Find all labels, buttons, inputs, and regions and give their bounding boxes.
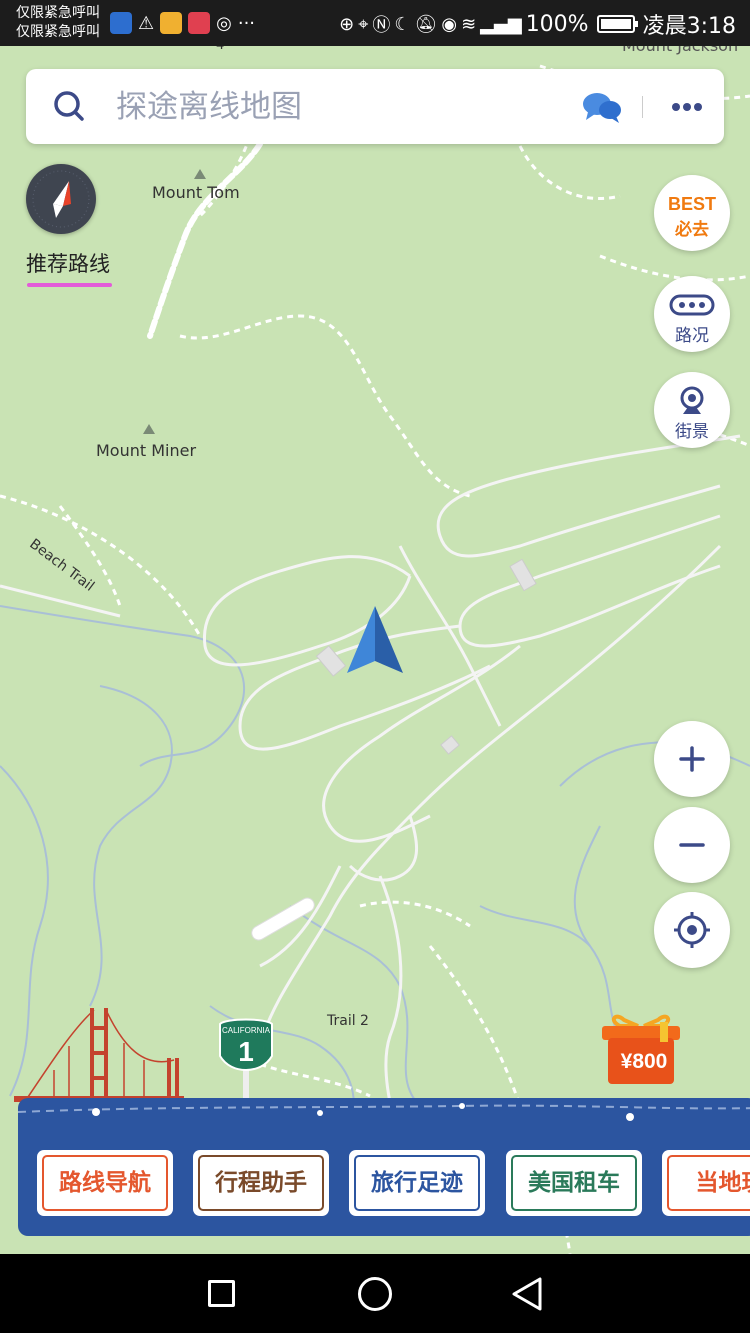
signal-icon: ▂▄▆ [480,13,522,35]
tab-travel-footprint-label: 旅行足迹 [371,1170,463,1196]
highway-number-label: 1 [238,1036,254,1067]
locate-me-button[interactable] [654,892,730,968]
tab-us-car-rental-label: 美国租车 [528,1170,620,1196]
zoom-in-button[interactable] [654,721,730,797]
search-icon [54,91,84,121]
more-notifications-icon: ··· [237,12,256,34]
map-label-mount-miner: Mount Miner [96,441,197,460]
nfc-icon: Ⓝ [372,15,391,36]
peak-marker-miner [143,424,155,434]
data-saver-icon: ⊕ [339,13,355,35]
locate-crosshair-icon [674,912,710,948]
gift-box-icon [602,1014,680,1084]
carrier-text: 仅限紧急呼叫 仅限紧急呼叫 [16,4,100,42]
search-bar[interactable] [26,69,724,144]
notification-icons: ⚠ ◎ ··· [110,10,255,36]
banner-route-decoration [18,1103,750,1121]
tab-us-car-rental[interactable]: 美国租车 [506,1150,642,1216]
tab-local-fun-label: 当地玩 [695,1170,750,1196]
search-input[interactable] [116,85,576,129]
plus-icon [679,746,705,772]
minus-icon [679,843,705,847]
traffic-button[interactable]: 路况 [654,276,730,352]
tab-route-navigation[interactable]: 路线导航 [37,1150,173,1216]
current-location-arrow [347,606,403,673]
warning-icon: ⚠ [138,12,155,34]
mute-icon: 🔕︎ [414,13,438,35]
map-label-road-4: 4 [216,46,224,53]
status-bar: 仅限紧急呼叫 仅限紧急呼叫 ⚠ ◎ ··· ⊕ ⌖ Ⓝ ☾ 🔕︎ ◉ ≋ ▂▄▆… [0,0,750,46]
recent-apps-icon[interactable] [208,1280,235,1307]
aperture-icon: ◎ [216,12,232,34]
wifi-icon: ≋ [461,13,477,35]
best-sub-label: 必去 [675,220,709,240]
battery-percent: 100% [525,11,589,37]
promo-gift-button[interactable]: ¥800 [602,1010,680,1088]
tab-travel-footprint[interactable]: 旅行足迹 [349,1150,485,1216]
tab-trip-assistant-label: 行程助手 [215,1170,307,1196]
eye-icon: ◉ [441,13,458,35]
peak-marker-tom [194,169,206,179]
weibo-app-icon [160,12,183,34]
highway-state-label: CALIFORNIA [222,1026,271,1035]
street-view-label: 街景 [675,422,709,442]
zoom-out-button[interactable] [654,807,730,883]
recommended-routes-underline [27,283,112,287]
map-label-mount-jackson: Mount Jackson [622,46,738,55]
location-icon: ⌖ [358,13,369,35]
tab-trip-assistant[interactable]: 行程助手 [193,1150,329,1216]
best-label: BEST [667,194,716,214]
chat-bubbles-icon[interactable] [582,90,622,124]
system-nav-bar [0,1254,750,1333]
map-canvas[interactable]: Mount Tom Mount Miner Mount Jackson 4 Be… [0,46,750,1254]
carrier-line-1: 仅限紧急呼叫 [16,5,100,21]
more-menu-icon[interactable] [671,102,703,112]
shield-app-icon [110,12,132,34]
compass-button[interactable] [26,164,96,234]
feature-banner: 路线导航 行程助手 旅行足迹 美国租车 当地玩 [18,1098,750,1236]
street-view-camera-icon [680,386,704,414]
tab-route-navigation-label: 路线导航 [59,1170,151,1196]
street-view-button[interactable]: 街景 [654,372,730,448]
battery-icon [596,15,638,33]
promo-price: ¥800 [620,1050,668,1073]
traffic-icon [669,294,715,316]
home-icon[interactable] [358,1277,392,1311]
moon-icon: ☾ [394,13,411,35]
carrier-line-2: 仅限紧急呼叫 [16,24,100,40]
map-label-mount-tom: Mount Tom [152,183,240,202]
map-app-icon [188,12,211,34]
search-divider [642,96,643,118]
system-indicators: ⊕ ⌖ Ⓝ ☾ 🔕︎ ◉ ≋ ▂▄▆ 100% 凌晨3:18 [339,8,736,40]
tab-local-fun[interactable]: 当地玩 [662,1150,750,1216]
recommended-routes-link[interactable]: 推荐路线 [26,248,110,278]
best-places-button[interactable]: BEST 必去 [654,175,730,251]
map-label-trail-2: Trail 2 [327,1013,369,1029]
compass-icon [32,170,90,228]
traffic-label: 路况 [675,326,709,346]
clock: 凌晨3:18 [642,14,736,39]
back-icon[interactable] [510,1276,544,1312]
